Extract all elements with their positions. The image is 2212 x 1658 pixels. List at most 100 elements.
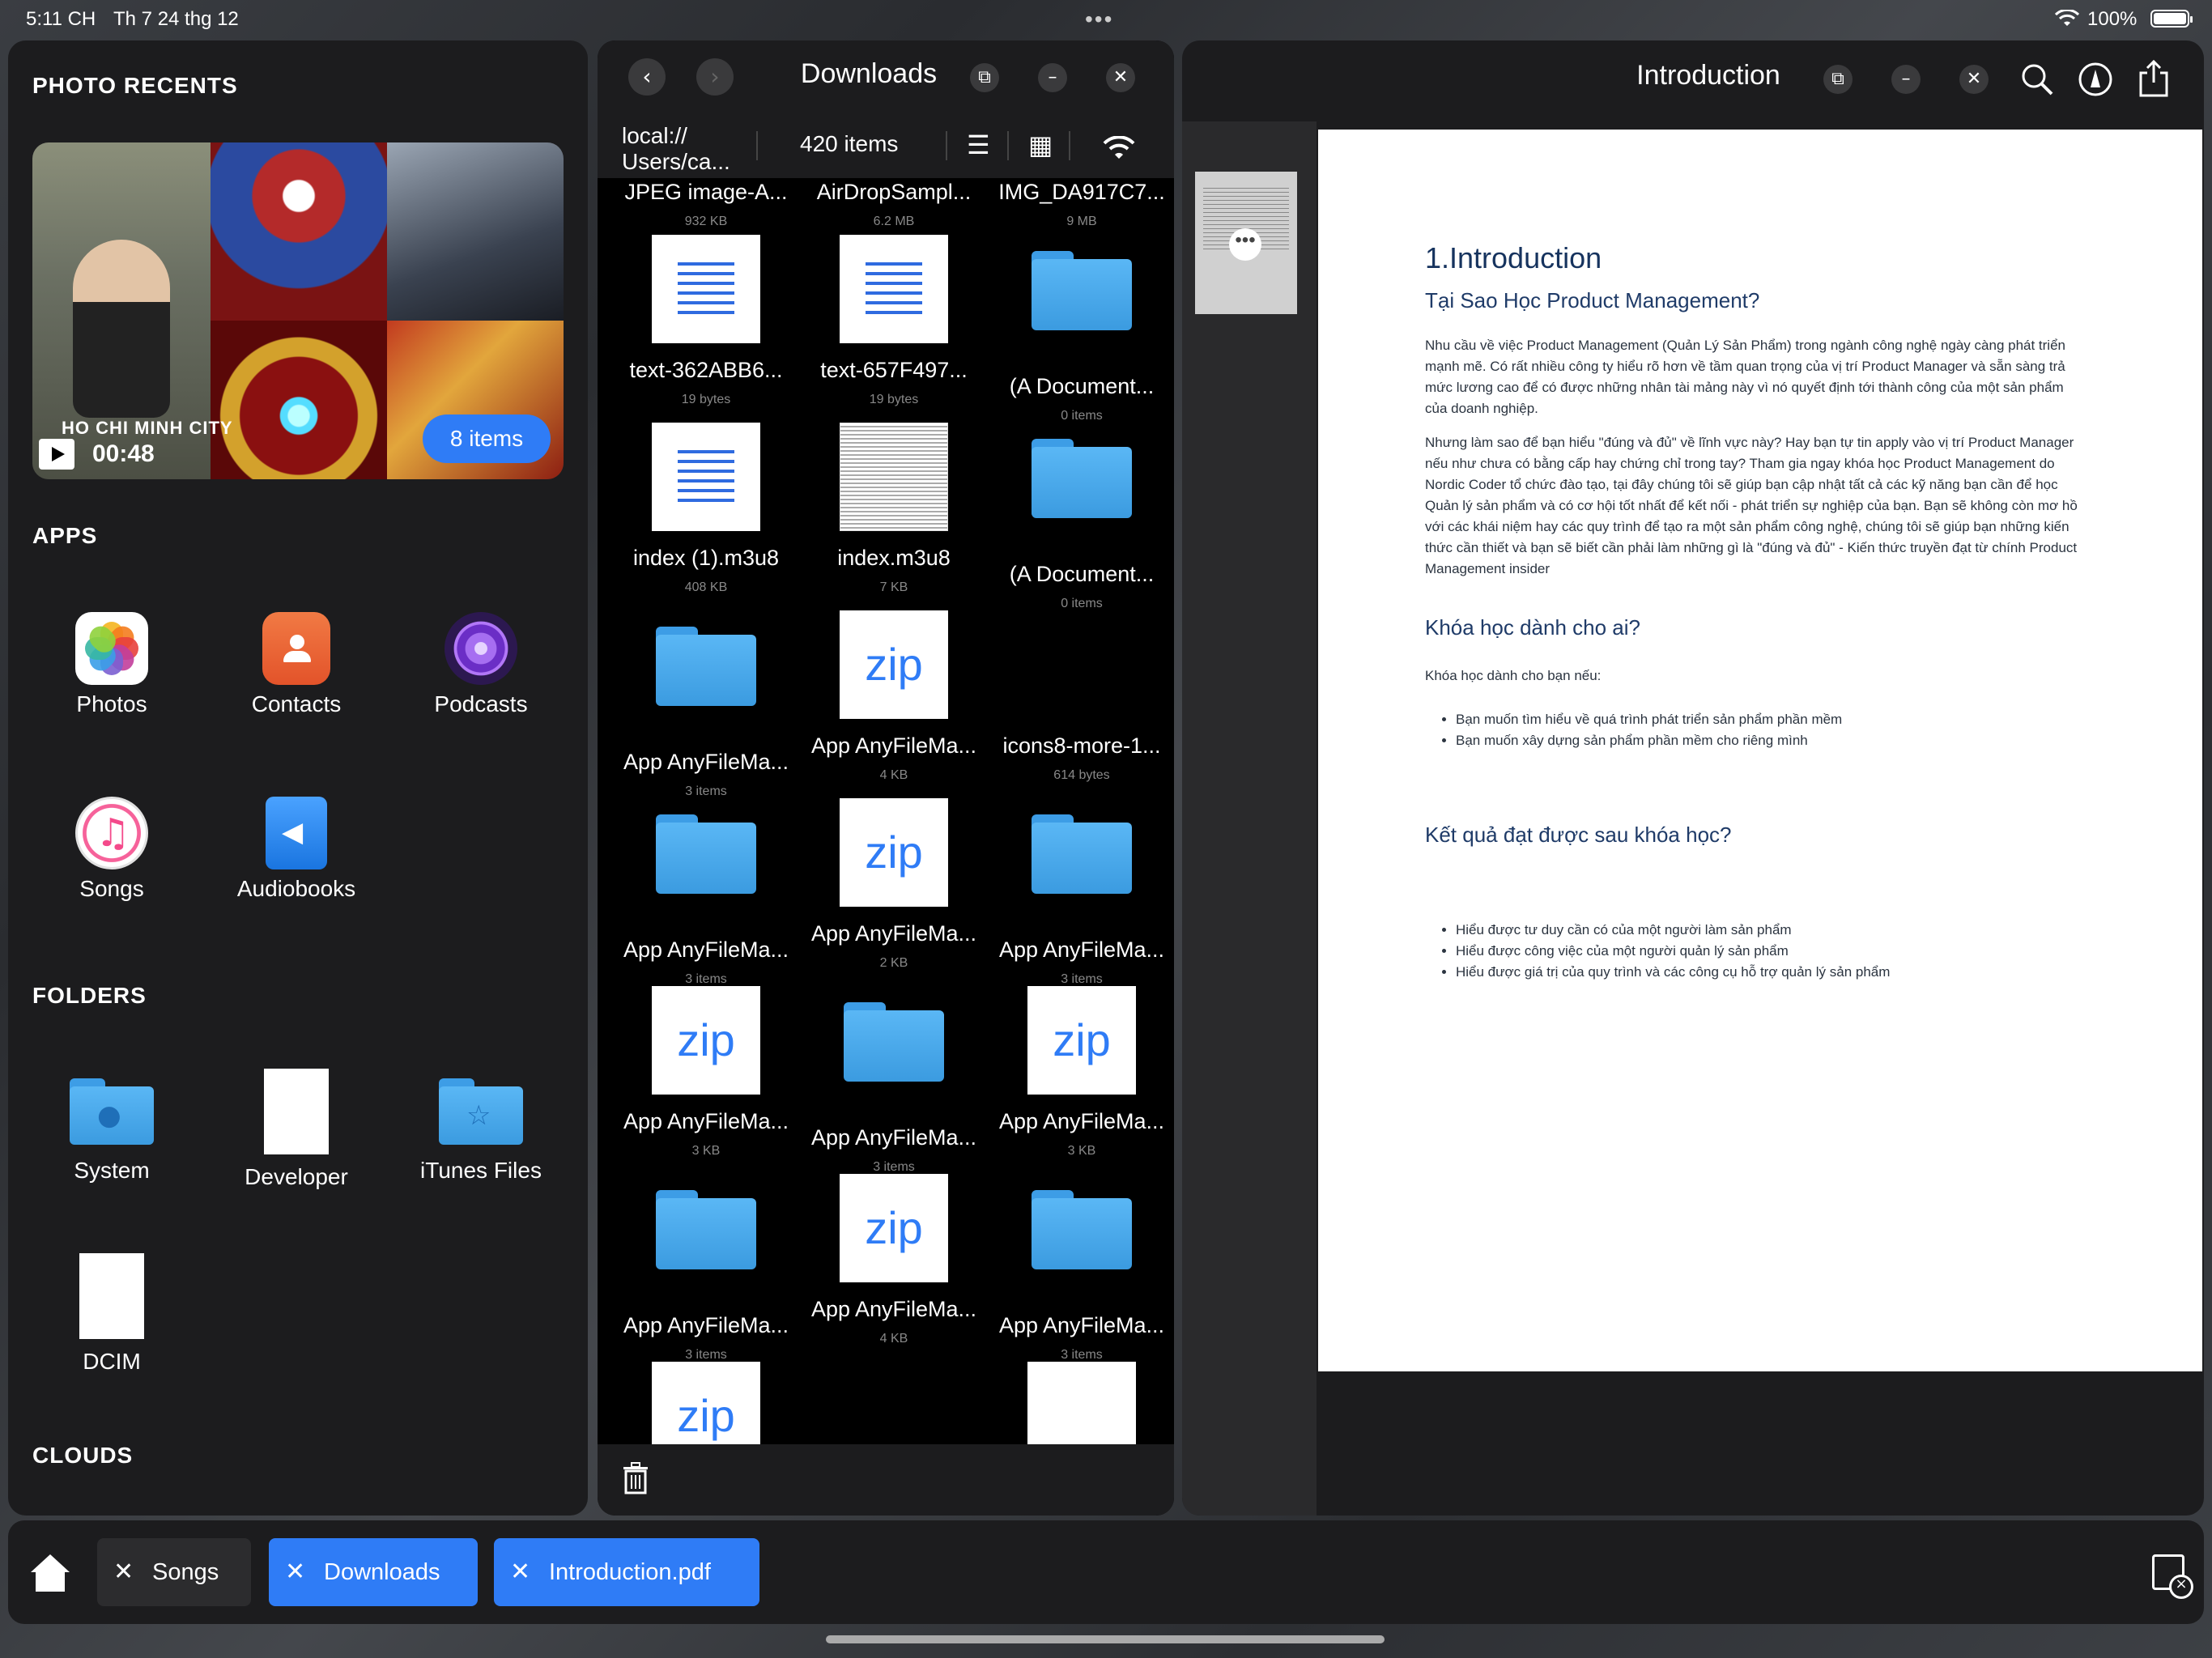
apps-section-title: APPS: [32, 523, 98, 548]
close-button[interactable]: ✕: [1959, 65, 1989, 94]
close-tab-icon[interactable]: ✕: [510, 1538, 530, 1606]
wifi-transfer-icon[interactable]: [1103, 136, 1135, 160]
item-count: 420 items: [800, 131, 899, 156]
battery-percent: 100%: [2087, 8, 2138, 30]
file-item[interactable]: App AnyFileMa... 3 items: [612, 1174, 800, 1363]
window-icon[interactable]: ⧉: [1823, 65, 1853, 94]
folder-dcim[interactable]: DCIM: [23, 1253, 201, 1375]
file-item[interactable]: JPEG image-A... 932 KB: [612, 180, 800, 229]
forward-button[interactable]: ›: [696, 58, 734, 96]
file-meta: 3 items: [1061, 972, 1103, 986]
file-item[interactable]: text-362ABB6... 19 bytes: [612, 235, 800, 407]
close-all-tabs-icon[interactable]: [2152, 1554, 2193, 1599]
status-bar: 5:11 CH Th 7 24 thg 12 ••• 100%: [0, 0, 2212, 39]
more-icon[interactable]: •••: [1229, 228, 1261, 261]
share-icon[interactable]: [2138, 58, 2170, 99]
file-meta: 6.2 MB: [873, 215, 915, 228]
app-audiobooks[interactable]: Audiobooks: [207, 797, 385, 902]
apple-folder-icon: ●: [70, 1078, 154, 1145]
page-thumbnail[interactable]: •••: [1195, 172, 1297, 314]
file-name: App AnyFileMa...: [623, 750, 789, 774]
battery-icon: [2150, 10, 2193, 28]
file-item[interactable]: icons8-more-1... 614 bytes: [988, 610, 1174, 783]
document-paragraph: Khóa học dành cho bạn nếu:: [1425, 668, 1602, 683]
recent-items-count-button[interactable]: 8 items: [423, 414, 551, 463]
document-icon: [264, 1069, 329, 1154]
folder-system[interactable]: ● System: [23, 1070, 201, 1184]
file-name: index (1).m3u8: [632, 546, 780, 570]
file-name: App AnyFileMa...: [998, 937, 1165, 962]
file-item[interactable]: zip App AnyFileMa... 3 KB: [612, 986, 800, 1158]
file-item[interactable]: App AnyFileMa... 3 items: [988, 798, 1174, 987]
file-name: App AnyFileMa...: [810, 1297, 977, 1321]
file-item[interactable]: text-657F497... 19 bytes: [800, 235, 988, 407]
multitasking-dots-icon[interactable]: •••: [1085, 6, 1113, 32]
folders-section-title: FOLDERS: [32, 983, 147, 1008]
file-meta: 9 MB: [1066, 215, 1097, 228]
file-item[interactable]: App AnyFileMa... 3 items: [800, 986, 988, 1175]
grid-view-icon[interactable]: ▦: [1028, 130, 1053, 160]
file-item[interactable]: (A Document... 0 items: [988, 423, 1174, 611]
path-segment: Users/ca...: [622, 149, 730, 174]
file-item[interactable]: IMG_DA917C7... 9 MB: [988, 180, 1174, 229]
markup-icon[interactable]: [2078, 62, 2113, 97]
folder-itunes-files[interactable]: ☆ iTunes Files: [392, 1070, 570, 1184]
file-meta: 3 items: [685, 1348, 727, 1362]
home-icon[interactable]: [29, 1554, 71, 1593]
sort-icon[interactable]: ☰: [967, 130, 990, 160]
file-meta: 3 items: [1061, 1348, 1103, 1362]
path-breadcrumb[interactable]: local:// Users/ca...: [622, 123, 730, 175]
app-label: Audiobooks: [236, 876, 356, 901]
file-item[interactable]: zip App AnyFileMa... 4 KB: [800, 1174, 988, 1346]
tab-songs[interactable]: ✕ Songs: [97, 1538, 251, 1606]
photo-thumbnail[interactable]: [387, 142, 564, 321]
file-item[interactable]: AirDropSampl... 6.2 MB: [800, 180, 988, 229]
path-segment: local://: [622, 123, 687, 148]
pane-title: Introduction: [1636, 60, 1780, 91]
file-item[interactable]: zip App AnyFileMa... 4 KB: [800, 610, 988, 783]
file-item[interactable]: App AnyFileMa... 3 items: [612, 798, 800, 987]
minimize-button[interactable]: –: [1891, 65, 1921, 94]
file-meta: 19 bytes: [869, 393, 919, 406]
pdf-header: Introduction ⧉ – ✕: [1182, 40, 2204, 121]
file-meta: 3 KB: [691, 1144, 721, 1158]
window-icon[interactable]: ⧉: [970, 63, 999, 92]
file-meta: 4 KB: [879, 1332, 908, 1346]
tab-downloads[interactable]: ✕ Downloads: [269, 1538, 478, 1606]
play-icon[interactable]: [39, 439, 74, 470]
app-contacts[interactable]: Contacts: [207, 612, 385, 717]
close-tab-icon[interactable]: ✕: [113, 1538, 134, 1606]
file-name: App AnyFileMa...: [810, 733, 977, 758]
app-podcasts[interactable]: Podcasts: [392, 612, 570, 717]
file-item[interactable]: (A Document... 0 items: [988, 235, 1174, 423]
trash-icon[interactable]: [622, 1462, 649, 1494]
file-name: App AnyFileMa...: [810, 921, 977, 946]
file-meta: 4 KB: [879, 768, 908, 782]
file-item[interactable]: index.m3u8 7 KB: [800, 423, 988, 595]
close-button[interactable]: ✕: [1106, 63, 1135, 92]
file-item[interactable]: index (1).m3u8 408 KB: [612, 423, 800, 595]
app-photos[interactable]: Photos: [23, 612, 201, 717]
document-preview-icon: [840, 423, 948, 531]
file-name: App AnyFileMa...: [998, 1109, 1165, 1133]
file-item[interactable]: App AnyFileMa... 3 items: [612, 610, 800, 799]
close-tab-icon[interactable]: ✕: [285, 1538, 305, 1606]
file-item[interactable]: App AnyFileMa... 3 items: [988, 1174, 1174, 1363]
photo-recents-card[interactable]: HO CHI MINH CITY 00:48 8 items: [32, 142, 564, 479]
file-icon: [1027, 610, 1136, 719]
photo-thumbnail[interactable]: [211, 142, 387, 321]
photo-thumbnail[interactable]: [211, 321, 387, 479]
app-songs[interactable]: Songs: [23, 797, 201, 902]
home-indicator[interactable]: [826, 1635, 1385, 1643]
folder-developer[interactable]: Developer: [207, 1069, 385, 1190]
folder-icon: [1027, 1190, 1136, 1299]
document-paragraph: Nhưng làm sao để bạn hiểu "đúng và đủ" v…: [1425, 435, 2078, 576]
back-button[interactable]: ‹: [628, 58, 666, 96]
document-paragraph: Nhu cầu về việc Product Management (Quản…: [1425, 338, 2065, 416]
search-icon[interactable]: [2019, 62, 2055, 97]
file-item[interactable]: zip App AnyFileMa... 3 KB: [988, 986, 1174, 1158]
tab-introduction-pdf[interactable]: ✕ Introduction.pdf: [494, 1538, 759, 1606]
minimize-button[interactable]: –: [1038, 63, 1067, 92]
file-item[interactable]: zip App AnyFileMa... 2 KB: [800, 798, 988, 971]
file-name: AirDropSampl...: [816, 180, 972, 204]
